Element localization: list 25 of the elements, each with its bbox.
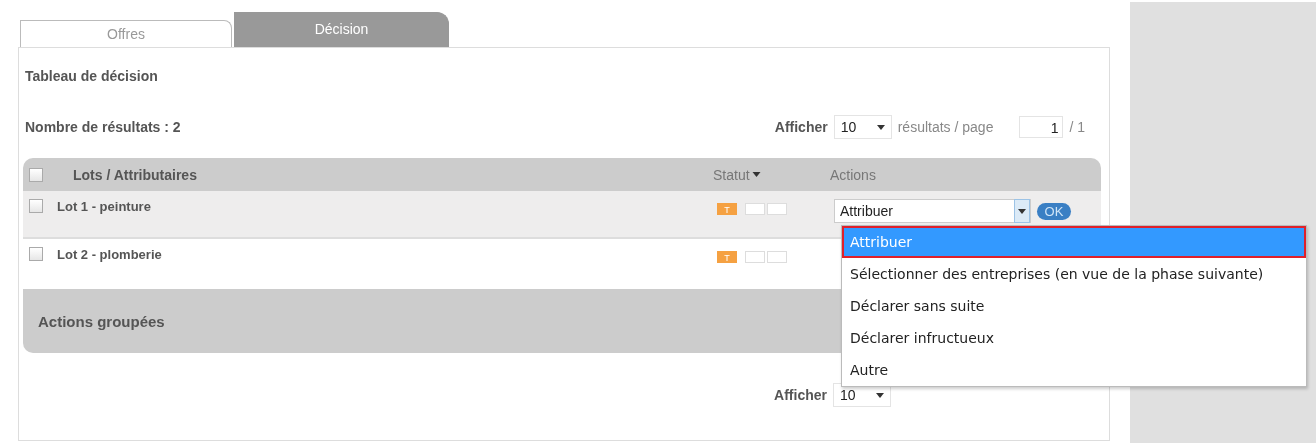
checkbox[interactable] <box>29 247 43 261</box>
show-label: Afficher <box>774 387 827 403</box>
status-indicator: T <box>717 203 737 215</box>
show-label: Afficher <box>774 119 828 135</box>
lot-name: Lot 2 - plomberie <box>57 247 163 262</box>
page-number-field[interactable]: 1 <box>1019 116 1064 138</box>
column-header: Lots / Attributaires <box>73 166 198 183</box>
caret-icon <box>751 172 761 177</box>
caret-icon <box>1018 208 1026 214</box>
caret-icon <box>876 124 885 130</box>
action-select[interactable]: Attribuer <box>834 199 1031 223</box>
dropdown-button[interactable] <box>1014 199 1030 223</box>
dropdown-option[interactable]: Sélectionner des entreprises (en vue de la phase suivante) <box>842 258 1306 290</box>
caret-icon <box>876 392 884 398</box>
column-header: Actions <box>830 166 876 183</box>
checkbox[interactable] <box>29 199 43 213</box>
page-size-select[interactable]: 10 <box>833 115 892 139</box>
status-indicator: T <box>717 251 737 263</box>
dropdown-option[interactable]: Autre <box>842 354 1306 386</box>
per-page-label: résultats / page <box>897 119 994 135</box>
result-count: Nombre de résultats : 2 <box>24 119 181 135</box>
page-total: / 1 <box>1069 119 1085 135</box>
checkbox[interactable] <box>29 167 43 182</box>
section-title: Tableau de décision <box>24 67 159 86</box>
lot-name: Lot 1 - peinture <box>57 199 152 214</box>
